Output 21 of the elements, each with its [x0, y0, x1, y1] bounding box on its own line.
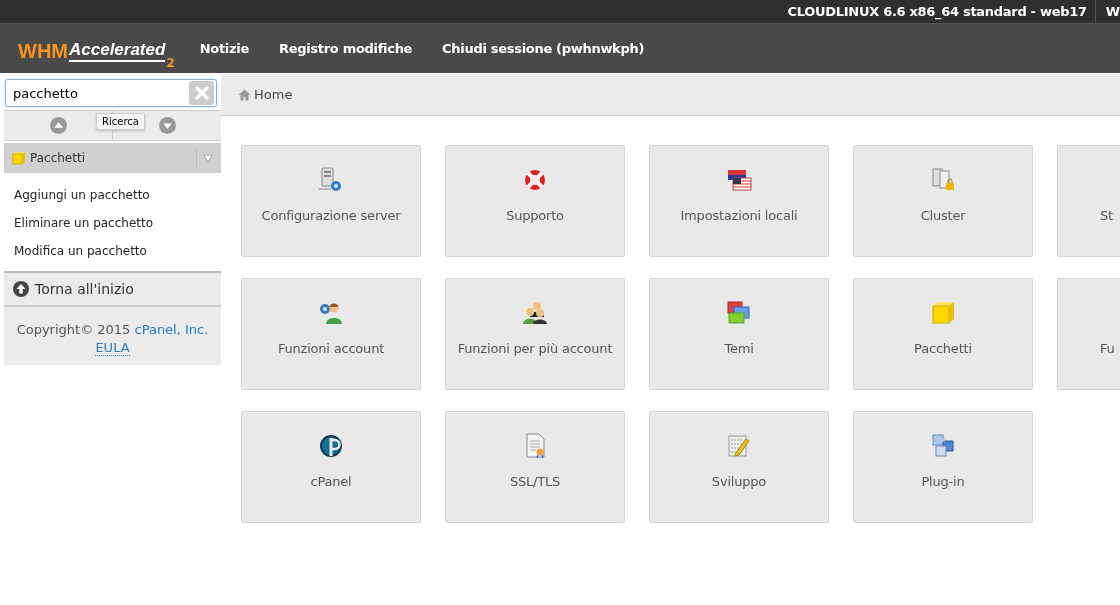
tile-label: Plug-in [921, 474, 965, 489]
tile-label: Impostazioni locali [680, 208, 798, 223]
tile-label: Funzioni account [277, 341, 385, 356]
tile-label: Pacchetti [914, 341, 972, 356]
logo-text: Accelerated [69, 39, 166, 62]
system-info: CLOUDLINUX 6.6 x86_64 standard - web17 [787, 4, 1088, 19]
tile-label: Cluster [920, 208, 966, 223]
tile-label: Supporto [506, 208, 564, 223]
category-label: Pacchetti [30, 151, 86, 165]
tile-label: Fu [1099, 341, 1115, 356]
tooltip: Ricerca [96, 113, 145, 130]
tile-label: cPanel [310, 474, 352, 489]
tile-label: Configurazione server [261, 208, 401, 223]
tile-label: St [1099, 208, 1113, 223]
copyright-text: Copyright© 2015 cPanel, Inc. EULA [4, 307, 221, 365]
tile-label: SSL/TLS [509, 474, 561, 489]
tile-label: Temi [724, 341, 754, 356]
logo-text: WHM [18, 39, 68, 62]
tile-label: Sviluppo [711, 474, 767, 489]
logo-version: 2 [166, 55, 175, 70]
tile-label: Funzioni per più account [457, 341, 613, 356]
